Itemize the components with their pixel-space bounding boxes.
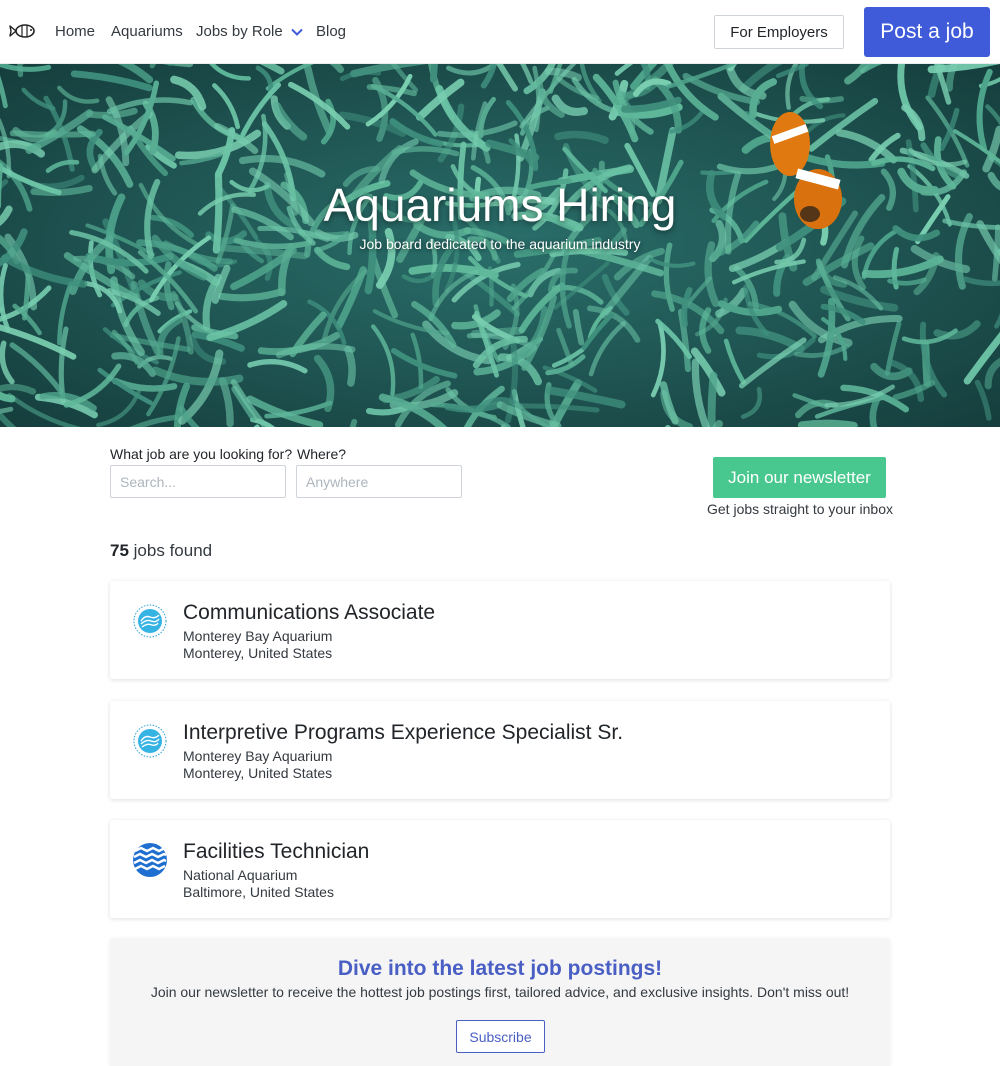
anemone-tentacle — [707, 371, 718, 427]
national-aquarium-logo-icon — [133, 843, 167, 877]
job-card[interactable]: Interpretive Programs Experience Special… — [110, 701, 890, 799]
hero-banner: Aquariums Hiring Job board dedicated to … — [0, 64, 1000, 427]
anemone-tentacle — [344, 345, 356, 387]
monterey-bay-aquarium-logo-icon — [133, 724, 167, 758]
job-card[interactable]: Communications Associate Monterey Bay Aq… — [110, 581, 890, 679]
chevron-down-icon — [291, 28, 303, 36]
job-company: Monterey Bay Aquarium — [183, 748, 333, 764]
location-label: Where? — [297, 446, 347, 462]
hero-title: Aquariums Hiring — [323, 179, 677, 231]
for-employers-button[interactable]: For Employers — [714, 15, 844, 49]
job-title[interactable]: Interpretive Programs Experience Special… — [183, 721, 623, 745]
location-input[interactable] — [296, 465, 462, 498]
newsletter-description: Join our newsletter to receive the hotte… — [150, 984, 850, 1000]
subscribe-button[interactable]: Subscribe — [456, 1020, 545, 1053]
job-search-input[interactable] — [110, 465, 286, 498]
jobs-count-number: 75 — [110, 541, 129, 560]
join-newsletter-button[interactable]: Join our newsletter — [713, 457, 886, 498]
job-title[interactable]: Communications Associate — [183, 601, 435, 625]
job-location: Monterey, United States — [183, 765, 333, 781]
nav-home-link[interactable]: Home — [55, 22, 95, 42]
jobs-found-label: jobs found — [133, 541, 213, 560]
job-card[interactable]: Facilities Technician National Aquarium … — [110, 820, 890, 918]
nav-jobs-by-role-dropdown[interactable]: Jobs by Role — [196, 22, 303, 42]
newsletter-subtext: Get jobs straight to your inbox — [707, 501, 893, 517]
top-navbar: Home Aquariums Jobs by Role Blog For Emp… — [0, 0, 1000, 64]
newsletter-title: Dive into the latest job postings! — [337, 957, 663, 980]
nav-blog-link[interactable]: Blog — [316, 22, 346, 42]
job-company: Monterey Bay Aquarium — [183, 628, 333, 644]
newsletter-signup-section: Dive into the latest job postings! Join … — [110, 938, 890, 1066]
job-company: National Aquarium — [183, 867, 298, 883]
jobs-found-count: 75 jobs found — [110, 541, 212, 561]
job-location: Baltimore, United States — [183, 884, 334, 900]
anemone-tentacle — [429, 64, 438, 83]
job-search-label: What job are you looking for? — [110, 446, 293, 462]
nav-aquariums-link[interactable]: Aquariums — [111, 22, 183, 42]
nav-jobs-by-role-label: Jobs by Role — [196, 23, 283, 40]
hero-subtitle: Job board dedicated to the aquarium indu… — [359, 236, 641, 252]
job-title[interactable]: Facilities Technician — [183, 840, 369, 864]
anemone-tentacle — [797, 419, 858, 427]
job-location: Monterey, United States — [183, 645, 333, 661]
fish-logo-icon[interactable] — [8, 20, 38, 42]
anemone-tentacle — [991, 224, 1000, 282]
post-a-job-button[interactable]: Post a job — [864, 7, 990, 57]
monterey-bay-aquarium-logo-icon — [133, 604, 167, 638]
